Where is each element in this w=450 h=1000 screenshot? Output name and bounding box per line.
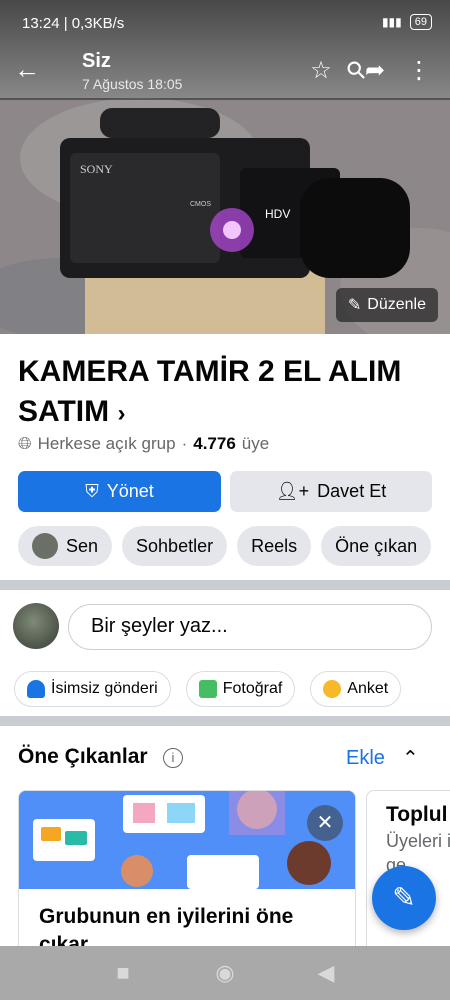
shield-icon: ⛨ xyxy=(85,481,99,501)
highlight-card[interactable]: ✕ Grubunun en iyilerini öne çıkar xyxy=(18,790,356,960)
info-icon[interactable]: i xyxy=(163,748,183,768)
poll-button[interactable]: Anket xyxy=(310,671,402,707)
anonymous-post-button[interactable]: İsimsiz gönderi xyxy=(14,671,171,707)
back-icon[interactable]: ◀ xyxy=(313,960,339,986)
group-cover-photo[interactable]: SONY HDV CMOS ✎ Düzenle xyxy=(0,98,450,334)
chevron-up-icon[interactable]: ⌄ xyxy=(402,744,419,769)
home-icon[interactable]: ◉ xyxy=(212,960,238,986)
group-privacy: Herkese açık grup xyxy=(37,434,176,453)
section-divider xyxy=(0,716,450,726)
manage-button[interactable]: ⛨ Yönet xyxy=(18,471,221,512)
shield-menu-icon[interactable]: ⋮ xyxy=(404,56,434,86)
edit-cover-label: Düzenle xyxy=(367,296,426,313)
section-divider xyxy=(0,580,450,590)
manage-label: Yönet xyxy=(106,481,154,501)
status-time: 13:24 | 0,3KB/s xyxy=(22,15,125,32)
status-icons: ▮▮▮ 69 xyxy=(382,14,432,30)
tab-label: Sen xyxy=(66,535,99,556)
add-person-icon: 👤︎+ xyxy=(275,481,310,501)
group-tabs: Sen Sohbetler Reels Öne çıkan xyxy=(18,526,432,566)
photo-icon xyxy=(198,680,217,698)
header-title: Siz xyxy=(82,50,111,72)
highlight-illustration xyxy=(19,791,355,889)
meta-separator: · xyxy=(181,434,188,453)
avatar xyxy=(32,533,58,559)
compose-icon: ✎ xyxy=(392,882,416,913)
member-count: 4.776 xyxy=(193,434,236,453)
share-icon[interactable]: ➦ xyxy=(360,56,390,86)
svg-text:HDV: HDV xyxy=(265,207,290,221)
star-icon[interactable]: ☆ xyxy=(306,56,336,86)
edit-cover-button[interactable]: ✎ Düzenle xyxy=(335,288,438,322)
group-name-text: KAMERA TAMİR 2 EL ALIM SATIM xyxy=(18,355,402,428)
tab-sohbetler[interactable]: Sohbetler xyxy=(122,526,228,566)
status-bar: 13:24 | 0,3KB/s ▮▮▮ 69 xyxy=(0,0,450,48)
action-label: Anket xyxy=(347,680,389,697)
tab-reels[interactable]: Reels xyxy=(237,526,312,566)
compose-fab-button[interactable]: ✎ xyxy=(372,866,436,930)
invite-button[interactable]: 👤︎+ Davet Et xyxy=(230,471,432,512)
action-label: İsimsiz gönderi xyxy=(51,680,158,697)
close-icon[interactable]: ✕ xyxy=(307,805,343,841)
tab-label: Öne çıkan xyxy=(335,535,418,556)
add-highlight-button[interactable]: Ekle xyxy=(346,747,385,770)
tab-featured[interactable]: Öne çıkan xyxy=(321,526,432,566)
globe-icon: 🌐︎ xyxy=(18,434,32,453)
post-composer-input[interactable]: Bir şeyler yaz... xyxy=(68,604,432,650)
poll-icon xyxy=(323,680,342,698)
pencil-icon: ✎ xyxy=(347,297,362,314)
recents-icon[interactable]: ■ xyxy=(110,960,136,986)
battery-icon: 69 xyxy=(409,14,432,30)
member-label: üye xyxy=(241,434,270,453)
group-name[interactable]: KAMERA TAMİR 2 EL ALIM SATIM › xyxy=(18,352,428,434)
highlights-title: Öne Çıkanlar xyxy=(18,745,148,768)
svg-text:CMOS: CMOS xyxy=(190,201,211,208)
action-label: Fotoğraf xyxy=(222,680,283,697)
system-nav-bar: ■ ◉ ◀ xyxy=(0,946,450,1000)
highlight-card-2-title: Toplul xyxy=(386,803,448,826)
post-actions: İsimsiz gönderi Fotoğraf Anket xyxy=(14,671,402,707)
header-subtitle: 7 Ağustos 18:05 xyxy=(82,76,183,92)
wifi-icon: ▮▮▮ xyxy=(381,15,402,29)
photo-button[interactable]: Fotoğraf xyxy=(185,671,296,707)
tab-sen[interactable]: Sen xyxy=(18,526,113,566)
invite-label: Davet Et xyxy=(317,481,387,501)
group-meta: 🌐︎ Herkese açık grup · 4.776 üye xyxy=(18,434,269,454)
svg-text:SONY: SONY xyxy=(80,162,113,176)
tab-label: Reels xyxy=(251,535,298,556)
user-avatar[interactable] xyxy=(13,603,59,649)
anonymous-icon xyxy=(27,680,45,698)
tab-label: Sohbetler xyxy=(136,535,214,556)
chevron-right-icon: › xyxy=(117,400,126,427)
arrow-left-icon[interactable]: ← xyxy=(14,56,44,86)
